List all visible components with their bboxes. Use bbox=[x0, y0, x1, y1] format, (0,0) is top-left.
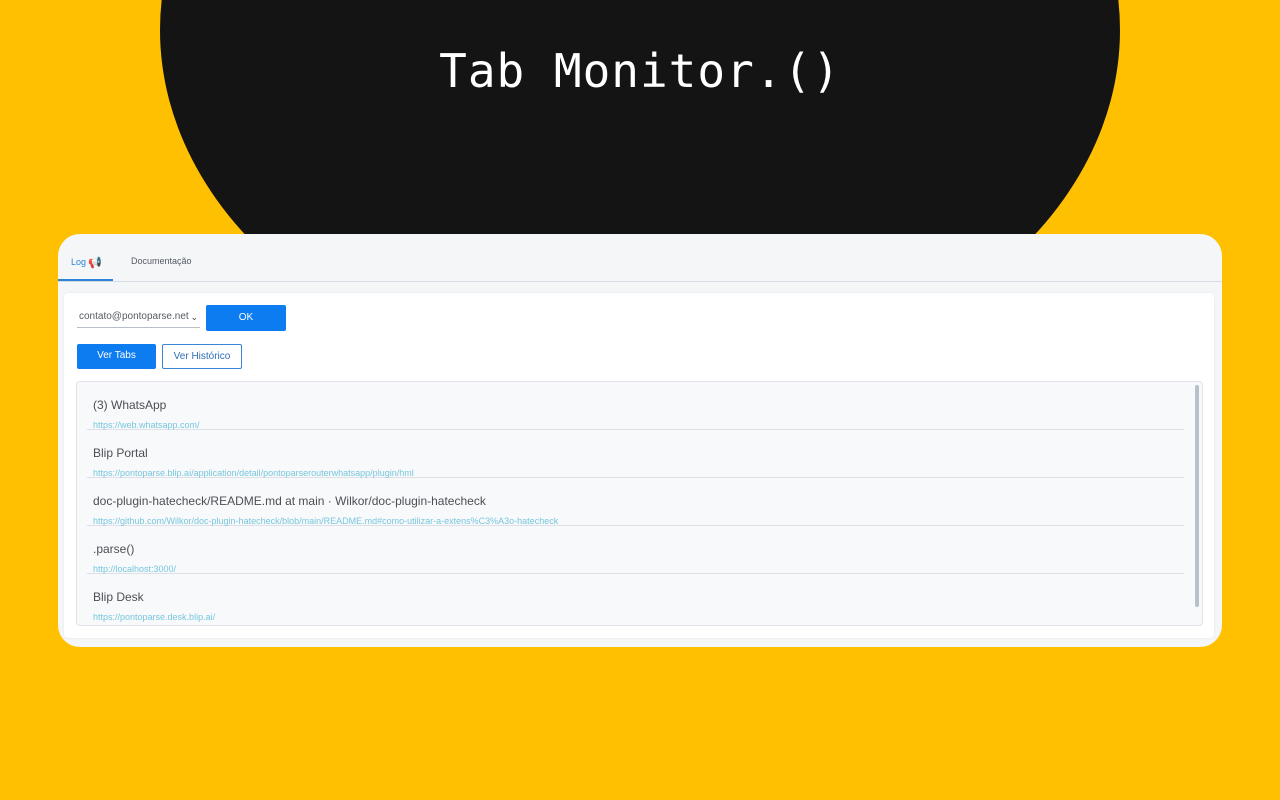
tab-log[interactable]: Log 📢 bbox=[71, 256, 102, 269]
item-title: Blip Desk bbox=[93, 590, 144, 604]
tab-documentation-label: Documentação bbox=[131, 256, 192, 266]
megaphone-icon: 📢 bbox=[88, 257, 102, 269]
list-item[interactable]: (3) WhatsApp https://web.whatsapp.com/ bbox=[87, 382, 1184, 430]
view-history-button[interactable]: Ver Histórico bbox=[162, 344, 242, 369]
list-item[interactable]: Blip Portal https://pontoparse.blip.ai/a… bbox=[87, 430, 1184, 478]
item-url[interactable]: https://pontoparse.desk.blip.ai/ bbox=[93, 612, 215, 622]
item-url[interactable]: https://github.com/Wilkor/doc-plugin-hat… bbox=[93, 516, 558, 526]
chevron-down-icon: ⌄ bbox=[190, 312, 198, 322]
list-item[interactable]: doc-plugin-hatecheck/README.md at main ·… bbox=[87, 478, 1184, 526]
item-url[interactable]: https://pontoparse.blip.ai/application/d… bbox=[93, 468, 414, 478]
item-title: (3) WhatsApp bbox=[93, 398, 167, 412]
hero-title: Tab Monitor.() bbox=[439, 44, 841, 98]
item-title: .parse() bbox=[93, 542, 135, 556]
list-item[interactable]: Blip Desk https://pontoparse.desk.blip.a… bbox=[87, 574, 1184, 622]
scrollbar-thumb[interactable] bbox=[1195, 385, 1199, 607]
log-panel: contato@pontoparse.net ⌄ OK Ver Tabs Ver… bbox=[64, 293, 1214, 638]
item-url[interactable]: http://localhost:3000/ bbox=[93, 564, 176, 574]
active-tab-indicator bbox=[58, 279, 113, 281]
item-title: doc-plugin-hatecheck/README.md at main ·… bbox=[93, 494, 486, 508]
extension-popup: Log 📢 Documentação contato@pontoparse.net… bbox=[58, 234, 1222, 647]
tab-list[interactable]: (3) WhatsApp https://web.whatsapp.com/ B… bbox=[76, 381, 1203, 626]
item-url[interactable]: https://web.whatsapp.com/ bbox=[93, 420, 200, 430]
ok-button[interactable]: OK bbox=[206, 305, 286, 331]
account-select[interactable]: contato@pontoparse.net ⌄ bbox=[77, 308, 200, 328]
account-select-value: contato@pontoparse.net bbox=[79, 311, 189, 322]
list-item[interactable]: .parse() http://localhost:3000/ bbox=[87, 526, 1184, 574]
view-tabs-button[interactable]: Ver Tabs bbox=[77, 344, 156, 369]
tab-log-label: Log bbox=[71, 257, 87, 267]
item-title: Blip Portal bbox=[93, 446, 148, 460]
tab-bar: Log 📢 Documentação bbox=[58, 234, 1222, 282]
tab-documentation[interactable]: Documentação bbox=[131, 256, 192, 266]
